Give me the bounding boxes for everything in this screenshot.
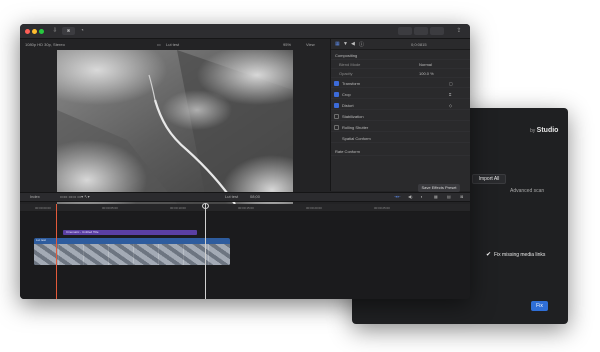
ruler-mark: 00:00:10:00: [170, 206, 186, 210]
timeline-toolbar: Index ▭▭ ▭▭ ▭▾ ↖▾ Lut test 08;00 ⇥⇤ ◀) ◑…: [20, 192, 470, 202]
viewer-frame: [57, 50, 293, 204]
libraries-toggle-button[interactable]: [398, 27, 412, 35]
transform-checkbox[interactable]: [334, 81, 339, 86]
audio-skimming-icon[interactable]: ◀): [408, 193, 412, 201]
viewer-header: 1080p HD 30p, Stereo ▭ Lut test 95% View: [20, 40, 330, 49]
ruler-mark: 00:00:00:00: [35, 206, 51, 210]
logo-name: Studio: [536, 127, 559, 134]
effects-browser-icon[interactable]: ▤: [447, 193, 451, 201]
window-toolbar: ⇩ ⌘ ◔ ⇪: [20, 24, 470, 39]
format-label: 1080p HD 30p, Stereo: [25, 42, 65, 47]
save-effects-preset-button[interactable]: Save Effects Preset: [418, 184, 460, 192]
index-tab[interactable]: Index: [30, 193, 40, 201]
inspector-toggle-button[interactable]: [430, 27, 444, 35]
blend-mode-row[interactable]: Blend Mode Normal: [331, 60, 470, 69]
ruler-mark: 00:00:05:00: [102, 206, 118, 210]
editor-window: ⇩ ⌘ ◔ ⇪ 1080p HD 30p, Stereo ▭ Lut test …: [20, 24, 470, 299]
inspector-row-spatial-conform[interactable]: Spatial Conform: [331, 134, 470, 143]
studio-logo: by Studio: [530, 127, 558, 134]
timeline-tools-icon[interactable]: ▭▭ ▭▭ ▭▾ ↖▾: [60, 193, 90, 201]
timeline-project-name: Lut test: [225, 194, 239, 199]
inspector-row-transform[interactable]: Transform ▢: [331, 79, 470, 88]
video-clip-label: Lut test: [36, 238, 46, 242]
crop-checkbox[interactable]: [334, 92, 339, 97]
video-clip-thumbnails: [34, 244, 230, 265]
clip-appearance-icon[interactable]: ▦: [434, 193, 438, 201]
transform-onscreen-icon[interactable]: ▢: [449, 79, 453, 88]
solo-icon[interactable]: ◑: [420, 193, 422, 201]
fix-button[interactable]: Fix: [531, 301, 548, 311]
aerial-landscape-image: [57, 50, 293, 204]
distort-checkbox[interactable]: [334, 103, 339, 108]
inspector-panel: ▦ ▼ ◀ ⓘ 0;0:0815 Compositing Blend Mode …: [330, 39, 470, 191]
background-tasks-icon[interactable]: ◔: [78, 27, 86, 35]
logo-prefix: by: [530, 128, 536, 134]
ruler-mark: 00:00:15:00: [238, 206, 254, 210]
blend-mode-value[interactable]: Normal: [419, 60, 432, 69]
import-media-icon[interactable]: ⇩: [51, 27, 59, 35]
video-clip[interactable]: Lut test: [34, 238, 230, 265]
inspector-row-stabilization[interactable]: Stabilization: [331, 112, 470, 121]
clapper-icon: ▭: [157, 42, 161, 47]
title-clip[interactable]: Cinematic - Untitled Title: [63, 230, 197, 235]
timeline-ruler[interactable]: 00:00:00:00 00:00:05:00 00:00:10:00 00:0…: [20, 204, 470, 212]
zoom-window-button[interactable]: [39, 29, 44, 34]
audio-inspector-icon[interactable]: ◀: [351, 41, 355, 47]
compositing-section[interactable]: Compositing: [331, 51, 470, 60]
ruler-mark: 00:00:20:00: [306, 206, 322, 210]
skimmer-handle[interactable]: [202, 203, 209, 209]
transitions-browser-icon[interactable]: ⊠: [460, 193, 463, 201]
import-all-button[interactable]: Import All: [472, 174, 506, 184]
video-inspector-icon[interactable]: ▦: [335, 41, 340, 47]
view-menu[interactable]: View: [306, 40, 315, 49]
minimize-window-button[interactable]: [32, 29, 37, 34]
advanced-scan-link[interactable]: Advanced scan: [510, 188, 544, 194]
timeline-toggle-button[interactable]: [414, 27, 428, 35]
ruler-mark: 00:00:25:00: [374, 206, 390, 210]
inspector-row-distort[interactable]: Distort ◇: [331, 101, 470, 110]
keyword-button[interactable]: ⌘: [62, 27, 75, 35]
stabilization-checkbox[interactable]: [334, 114, 339, 119]
rolling-shutter-checkbox[interactable]: [334, 125, 339, 130]
snapping-icon[interactable]: ⇥⇤: [394, 193, 401, 201]
timeline-duration: 08;00: [250, 194, 261, 199]
inspector-row-rate-conform[interactable]: Rate Conform: [331, 147, 470, 156]
distort-onscreen-icon[interactable]: ◇: [449, 101, 452, 110]
info-inspector-icon[interactable]: ⓘ: [359, 41, 364, 48]
zoom-select[interactable]: 95%: [283, 40, 291, 49]
inspector-header: ▦ ▼ ◀ ⓘ 0;0:0815: [331, 39, 470, 50]
inspector-row-rolling-shutter[interactable]: Rolling Shutter: [331, 123, 470, 132]
fix-missing-row[interactable]: ✔ Fix missing media links: [486, 252, 545, 258]
playhead[interactable]: [56, 204, 57, 299]
fix-missing-label: Fix missing media links: [494, 252, 546, 258]
viewer-clip-name: Lut test: [166, 42, 180, 47]
inspector-row-crop[interactable]: Crop ⌗: [331, 90, 470, 99]
inspector-timecode: 0;0:0815: [411, 42, 427, 47]
timeline-tracks[interactable]: Cinematic - Untitled Title Lut test: [20, 212, 470, 299]
opacity-row[interactable]: Opacity 100.0 %: [331, 69, 470, 78]
opacity-value[interactable]: 100.0 %: [419, 69, 434, 78]
checkmark-icon[interactable]: ✔: [486, 252, 492, 258]
close-window-button[interactable]: [25, 29, 30, 34]
color-inspector-icon[interactable]: ▼: [343, 41, 348, 47]
skimmer: [205, 204, 206, 299]
share-icon[interactable]: ⇪: [454, 27, 464, 35]
crop-onscreen-icon[interactable]: ⌗: [449, 90, 451, 99]
